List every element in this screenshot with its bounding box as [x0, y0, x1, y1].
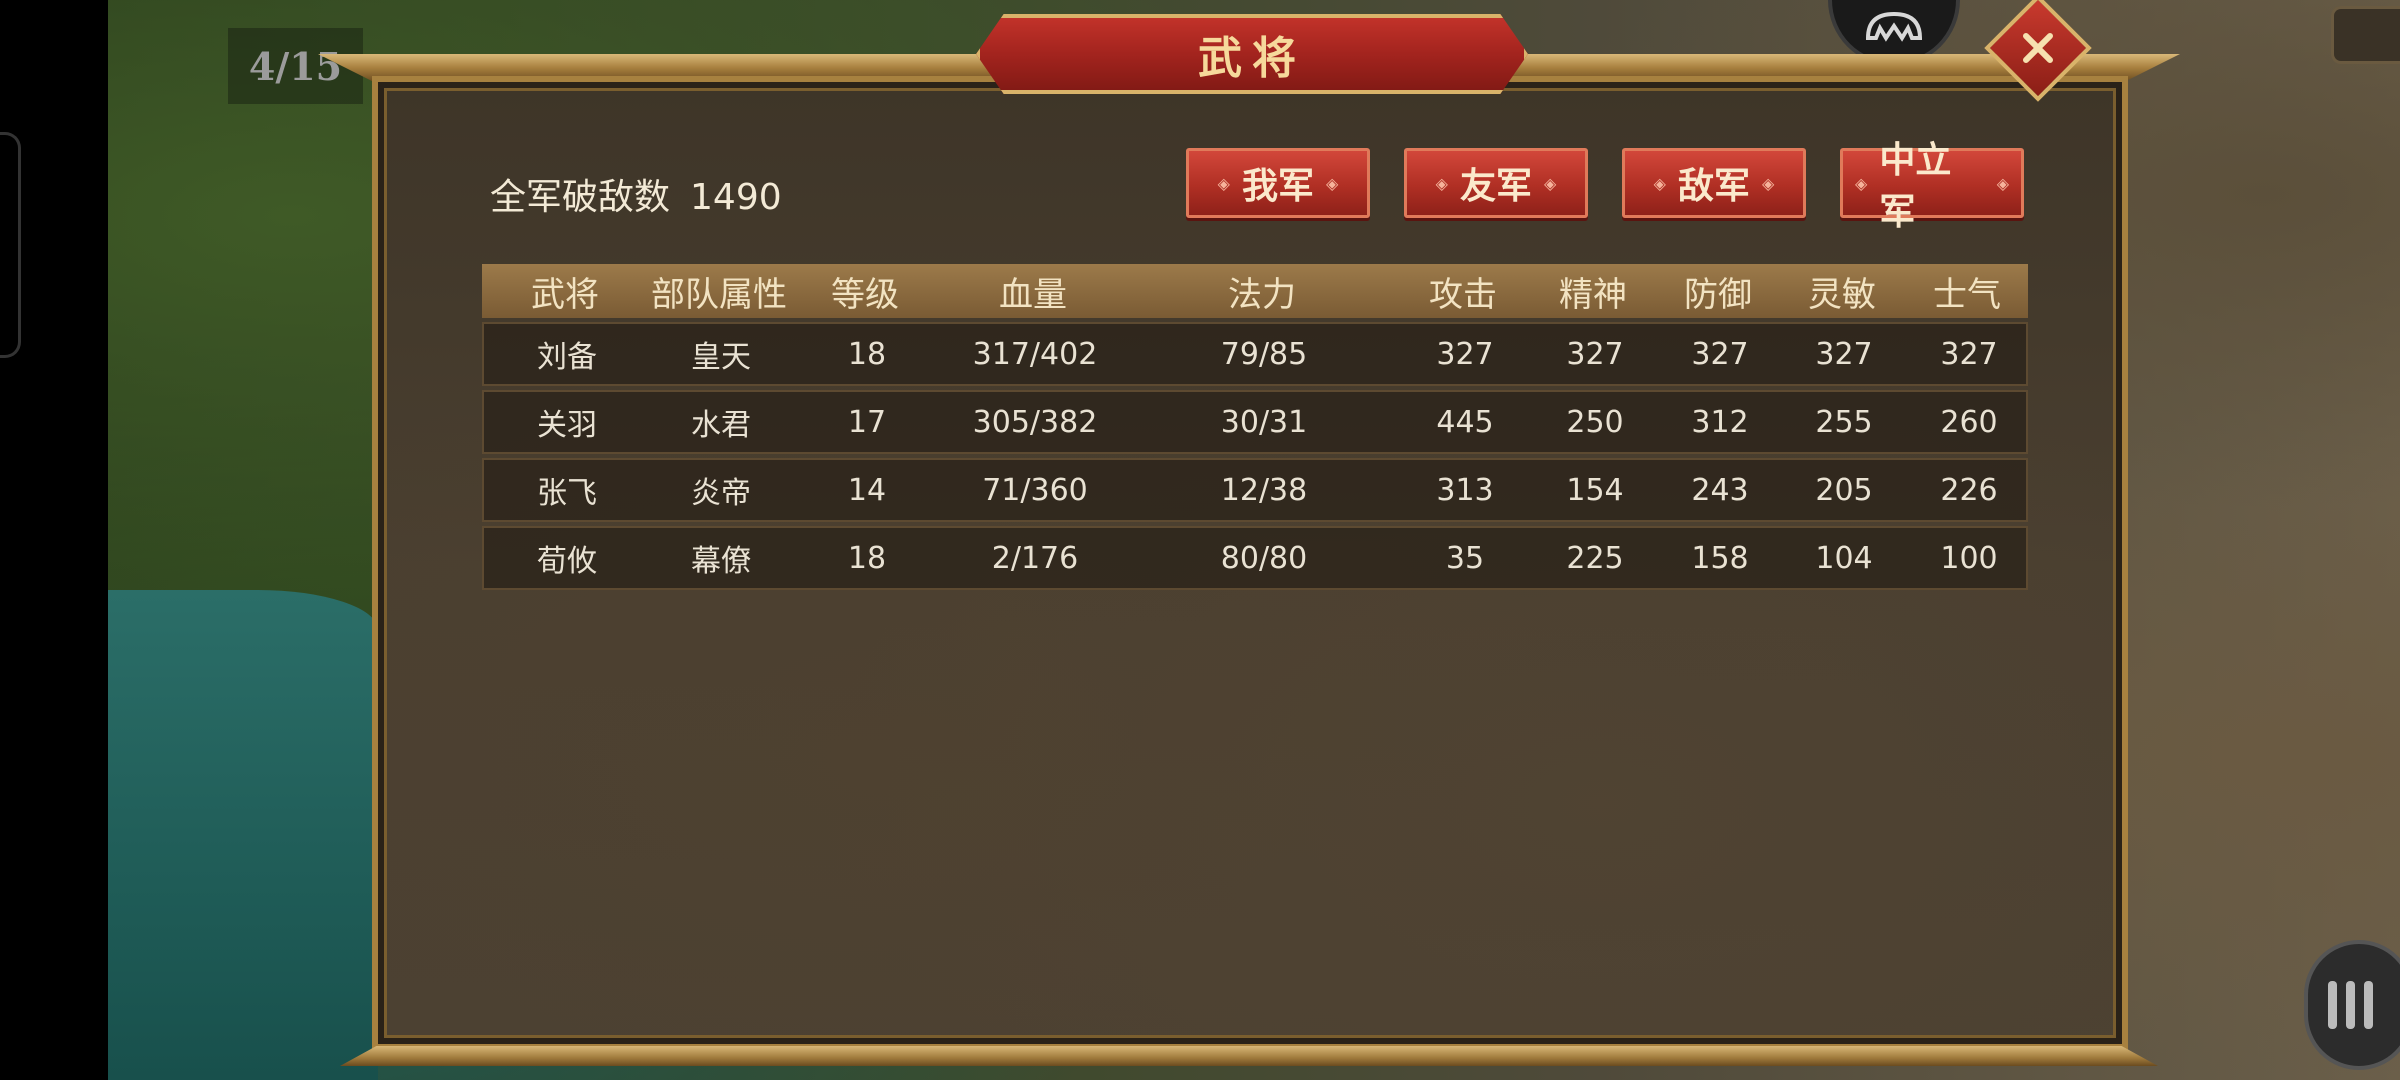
- morale: 327: [1940, 336, 1998, 372]
- spirit: 250: [1566, 404, 1624, 440]
- generals-table: 武将 部队属性 等级 血量 法力 攻击 精神 防御 灵敏 士气 刘备 皇天 18…: [482, 264, 2028, 590]
- mp: 79/85: [1220, 336, 1308, 372]
- level: 14: [847, 472, 887, 508]
- dialog-bottom-rail: [340, 1046, 2158, 1066]
- total-kills: 全军破敌数 1490: [490, 168, 802, 220]
- attack: 327: [1436, 336, 1494, 372]
- tab-label: 友军: [1459, 166, 1532, 207]
- mp: 80/80: [1220, 540, 1308, 576]
- general-name: 张飞: [537, 476, 597, 511]
- tab-allied-army[interactable]: ◈ 友军 ◈: [1404, 148, 1588, 218]
- level: 17: [847, 404, 887, 440]
- table-row[interactable]: 张飞 炎帝 14 71/360 12/38 313 154 243 205 22…: [482, 458, 2028, 522]
- tab-neutral-army[interactable]: ◈ 中立军 ◈: [1840, 140, 2024, 233]
- column-header: 攻击: [1429, 274, 1497, 315]
- general-name: 荀攸: [537, 544, 597, 579]
- tab-label: 中立军: [1879, 140, 1952, 233]
- level: 18: [847, 336, 887, 372]
- agility: 104: [1815, 540, 1873, 576]
- mp: 30/31: [1220, 404, 1308, 440]
- general-name: 刘备: [537, 340, 597, 375]
- morale: 100: [1940, 540, 1998, 576]
- defense: 312: [1691, 404, 1749, 440]
- column-header: 法力: [1228, 274, 1296, 315]
- column-header: 灵敏: [1808, 274, 1876, 315]
- tab-our-army[interactable]: ◈ 我军 ◈: [1186, 148, 1370, 218]
- close-icon: [2023, 33, 2053, 64]
- column-header: 士气: [1933, 274, 2001, 315]
- tab-enemy-army[interactable]: ◈ 敌军 ◈: [1622, 148, 1806, 218]
- hp: 71/360: [982, 472, 1088, 508]
- column-header: 血量: [999, 274, 1067, 315]
- dialog-title-plaque: 武将: [976, 14, 1528, 94]
- tab-label: 敌军: [1677, 166, 1750, 207]
- attack: 445: [1436, 404, 1494, 440]
- agility: 205: [1815, 472, 1873, 508]
- column-header: 精神: [1559, 274, 1627, 315]
- defense: 327: [1691, 336, 1749, 372]
- column-header: 防御: [1684, 274, 1752, 315]
- menu-button[interactable]: [2304, 940, 2400, 1070]
- total-kills-value: 1490: [690, 177, 782, 218]
- total-kills-label: 全军破敌数: [490, 177, 671, 218]
- table-header: 武将 部队属性 等级 血量 法力 攻击 精神 防御 灵敏 士气: [482, 264, 2028, 318]
- edge-handle[interactable]: [0, 132, 21, 358]
- morale: 226: [1940, 472, 1998, 508]
- dialog-title: 武将: [1198, 33, 1306, 84]
- hp: 2/176: [991, 540, 1079, 576]
- unit-type: 皇天: [691, 340, 751, 375]
- table-row[interactable]: 荀攸 幕僚 18 2/176 80/80 35 225 158 104 100: [482, 526, 2028, 590]
- spirit: 225: [1566, 540, 1624, 576]
- column-header: 武将: [531, 274, 599, 315]
- unit-type: 幕僚: [691, 544, 751, 579]
- tab-label: 我军: [1241, 166, 1314, 207]
- column-header: 等级: [831, 274, 899, 315]
- morale: 260: [1940, 404, 1998, 440]
- unit-type: 水君: [691, 408, 751, 443]
- river: [108, 590, 378, 1080]
- defense: 158: [1691, 540, 1749, 576]
- menu-icon: [2328, 981, 2337, 1029]
- unit-type: 炎帝: [691, 476, 751, 511]
- spirit: 154: [1566, 472, 1624, 508]
- hp: 305/382: [972, 404, 1098, 440]
- agility: 255: [1815, 404, 1873, 440]
- spirit: 327: [1566, 336, 1624, 372]
- attack: 35: [1445, 540, 1485, 576]
- attack: 313: [1436, 472, 1494, 508]
- table-row[interactable]: 刘备 皇天 18 317/402 79/85 327 327 327 327 3…: [482, 322, 2028, 386]
- table-row[interactable]: 关羽 水君 17 305/382 30/31 445 250 312 255 2…: [482, 390, 2028, 454]
- hp: 317/402: [972, 336, 1098, 372]
- general-name: 关羽: [537, 408, 597, 443]
- helmet-icon: [1865, 11, 1923, 42]
- level: 18: [847, 540, 887, 576]
- agility: 327: [1815, 336, 1873, 372]
- mp: 12/38: [1220, 472, 1308, 508]
- column-header: 部队属性: [651, 274, 787, 315]
- defense: 243: [1691, 472, 1749, 508]
- corner-menu-chip[interactable]: [2331, 6, 2400, 64]
